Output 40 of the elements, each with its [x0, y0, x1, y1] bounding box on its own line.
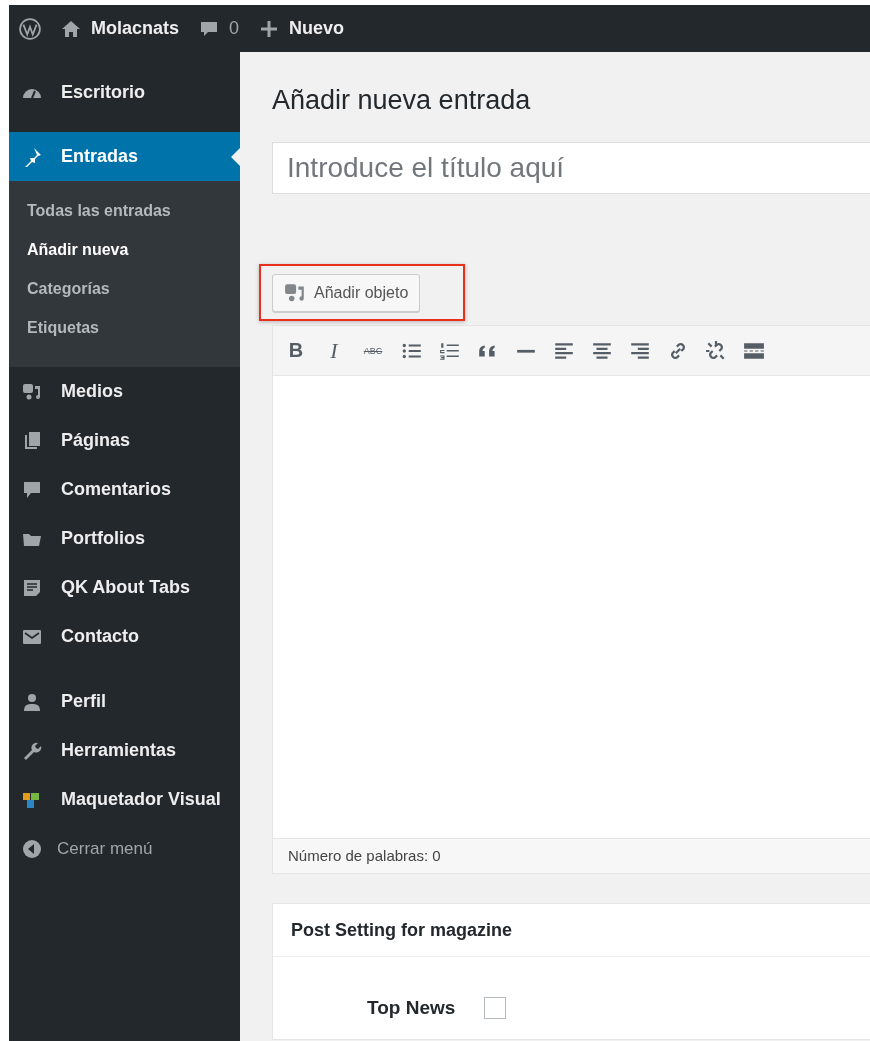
speech-bubble-icon: [22, 479, 42, 500]
sidebar-item[interactable]: Comentarios: [9, 465, 240, 514]
camera-music-icon: [284, 282, 306, 304]
sidebar-item[interactable]: Perfil: [9, 677, 240, 726]
sidebar-item[interactable]: Portfolios: [9, 514, 240, 563]
word-count: Número de palabras: 0: [273, 838, 870, 873]
sidebar-item[interactable]: QK About Tabs: [9, 563, 240, 612]
add-media-button[interactable]: Añadir objeto: [272, 274, 421, 312]
title-field[interactable]: Introduce el título aquí: [272, 142, 870, 194]
italic-button[interactable]: I: [323, 337, 345, 364]
new-link[interactable]: Nuevo: [259, 18, 345, 39]
sidebar-item[interactable]: Contacto: [9, 612, 240, 661]
unlink-icon[interactable]: [705, 339, 727, 362]
sidebar-item[interactable]: Herramientas: [9, 726, 240, 775]
checkbox[interactable]: [484, 997, 507, 1019]
site-name-link[interactable]: Molacnats: [61, 18, 180, 39]
collapse-menu-link[interactable]: Cerrar menú: [9, 824, 240, 873]
submenu-item[interactable]: Todas las entradas: [9, 191, 240, 230]
bold-button[interactable]: B: [285, 339, 307, 362]
metabox-title: Post Setting for magazine: [273, 904, 870, 957]
wrench-icon: [22, 740, 42, 761]
submenu-item[interactable]: Etiquetas: [9, 308, 240, 347]
submenu-item[interactable]: Categorías: [9, 269, 240, 308]
field-label: Top News: [367, 997, 456, 1019]
sidebar-item[interactable]: Entradas: [9, 132, 240, 181]
sidebar-item[interactable]: Maquetador Visual: [9, 775, 240, 824]
comments-link[interactable]: 0: [199, 18, 240, 39]
strikethrough-button[interactable]: ABC: [361, 345, 385, 356]
note-icon: [22, 577, 42, 598]
pages-icon: [22, 430, 42, 451]
wordpress-logo-icon: [19, 17, 41, 40]
submenu-item[interactable]: Añadir nueva: [9, 230, 240, 269]
sidebar-item[interactable]: Medios: [9, 367, 240, 416]
home-icon: [61, 18, 81, 39]
plus-icon: [259, 18, 280, 39]
sidebar-item[interactable]: Escritorio: [9, 68, 240, 117]
page-title: Añadir nueva entrada: [272, 84, 532, 117]
camera-music-icon: [22, 381, 42, 402]
sidebar-item[interactable]: Páginas: [9, 416, 240, 465]
person-icon: [22, 691, 42, 712]
